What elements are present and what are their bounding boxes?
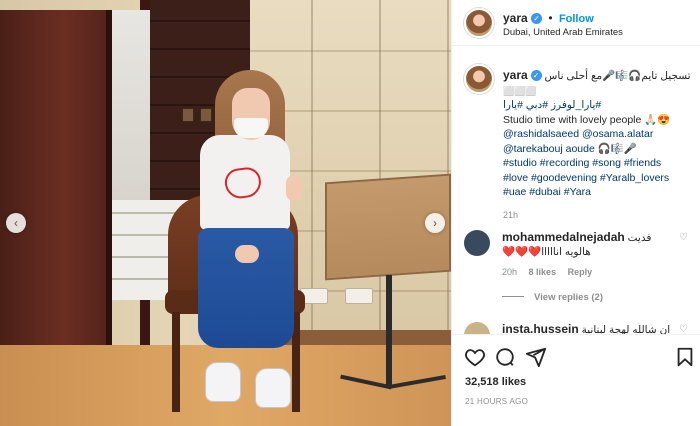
door — [0, 10, 112, 390]
post-header: yara ✓ • Follow Dubai, United Arab Emira… — [452, 0, 700, 46]
comment-likes[interactable]: 8 likes — [529, 267, 557, 277]
carousel-next-button[interactable]: › — [425, 213, 445, 233]
caption-hashtags[interactable]: #uae #dubai #Yara — [503, 185, 693, 200]
person-hand — [235, 245, 259, 263]
comment-username[interactable]: mohammedalnejadah — [502, 230, 625, 244]
caption-mentions[interactable]: @rashidalsaeed @osama.alatar — [503, 127, 693, 142]
avatar[interactable] — [464, 230, 490, 256]
music-stand-pole — [386, 275, 392, 385]
avatar[interactable] — [464, 322, 490, 334]
comments-scroll-area[interactable]: yara ✓ تسجيل تايم🎧🎼🎤مع أحلى ناس ⬜⬜⬜ #يار… — [452, 46, 700, 334]
verified-badge-icon: ✓ — [530, 70, 542, 81]
light-switch — [182, 108, 194, 122]
post-timestamp[interactable]: 21 HOURS AGO — [465, 397, 528, 406]
verified-badge-icon: ✓ — [531, 13, 543, 24]
comment-text: هالويه انااااا❤️❤️❤️ — [502, 246, 591, 258]
light-switch — [200, 108, 212, 122]
header-user-row: yara ✓ • Follow — [503, 11, 594, 25]
power-outlet — [345, 288, 373, 304]
comment-meta: 20h 8 likes Reply — [502, 265, 677, 279]
caption-line-english: Studio time with lovely people 🙏🏻😍 — [503, 113, 671, 126]
comment-body: mohammedalnejadah فديت هالويه انااااا❤️❤… — [502, 230, 677, 279]
avatar[interactable] — [464, 8, 494, 38]
caption-line-boxes: ⬜⬜⬜ — [503, 85, 537, 96]
bookmark-icon[interactable] — [674, 346, 696, 368]
thumbs-up-hand — [286, 175, 302, 201]
view-replies-button[interactable]: View replies (2) — [502, 292, 603, 303]
comment-text: فديت — [627, 232, 652, 244]
caption: yara ✓ تسجيل تايم🎧🎼🎤مع أحلى ناس ⬜⬜⬜ #يار… — [503, 68, 693, 222]
post-actions: 32,518 likes 21 HOURS AGO — [452, 334, 700, 426]
comment-body: insta.hussein ان شالله لهجة لبنانية — [502, 322, 677, 334]
follow-button[interactable]: Follow — [559, 13, 594, 25]
caption-hashtags[interactable]: #love #goodevening #Yaralb_lovers — [503, 171, 693, 186]
caption-line-arabic: تسجيل تايم🎧🎼🎤مع أحلى ناس — [544, 70, 691, 82]
avatar[interactable] — [464, 64, 494, 94]
likes-count[interactable]: 32,518 likes — [465, 376, 526, 388]
reply-button[interactable]: Reply — [568, 267, 593, 277]
username-link[interactable]: yara — [503, 11, 528, 25]
heart-outline-icon[interactable] — [464, 346, 486, 368]
caption-username[interactable]: yara — [503, 68, 528, 82]
face-mask — [234, 118, 268, 138]
comment-username[interactable]: insta.hussein — [502, 322, 579, 334]
sneaker — [205, 362, 241, 402]
post-side-panel: yara ✓ • Follow Dubai, United Arab Emira… — [451, 0, 700, 426]
caption-hashtags[interactable]: #studio #recording #song #friends — [503, 156, 693, 171]
caption-time[interactable]: 21h — [503, 208, 693, 223]
comment-icon[interactable] — [494, 346, 516, 368]
caption-hashtags-arabic[interactable]: #يارا_لوفرز #دبي #يارا — [503, 98, 693, 113]
share-icon[interactable] — [525, 346, 547, 368]
comment-like-icon[interactable]: ♡ — [679, 232, 688, 243]
caption-mentions[interactable]: @tarekabouj aoude 🎧🎼🎤 — [503, 142, 693, 157]
carousel-prev-button[interactable]: ‹ — [6, 213, 26, 233]
separator-dot: • — [548, 11, 553, 25]
comment-time[interactable]: 20h — [502, 267, 517, 277]
location-link[interactable]: Dubai, United Arab Emirates — [503, 27, 623, 38]
comment-text: ان شالله لهجة لبنانية — [581, 324, 671, 334]
sneaker — [255, 368, 291, 408]
comment-like-icon[interactable]: ♡ — [679, 324, 688, 334]
post-photo[interactable]: ‹ › — [0, 0, 451, 426]
chair-leg — [172, 312, 180, 412]
